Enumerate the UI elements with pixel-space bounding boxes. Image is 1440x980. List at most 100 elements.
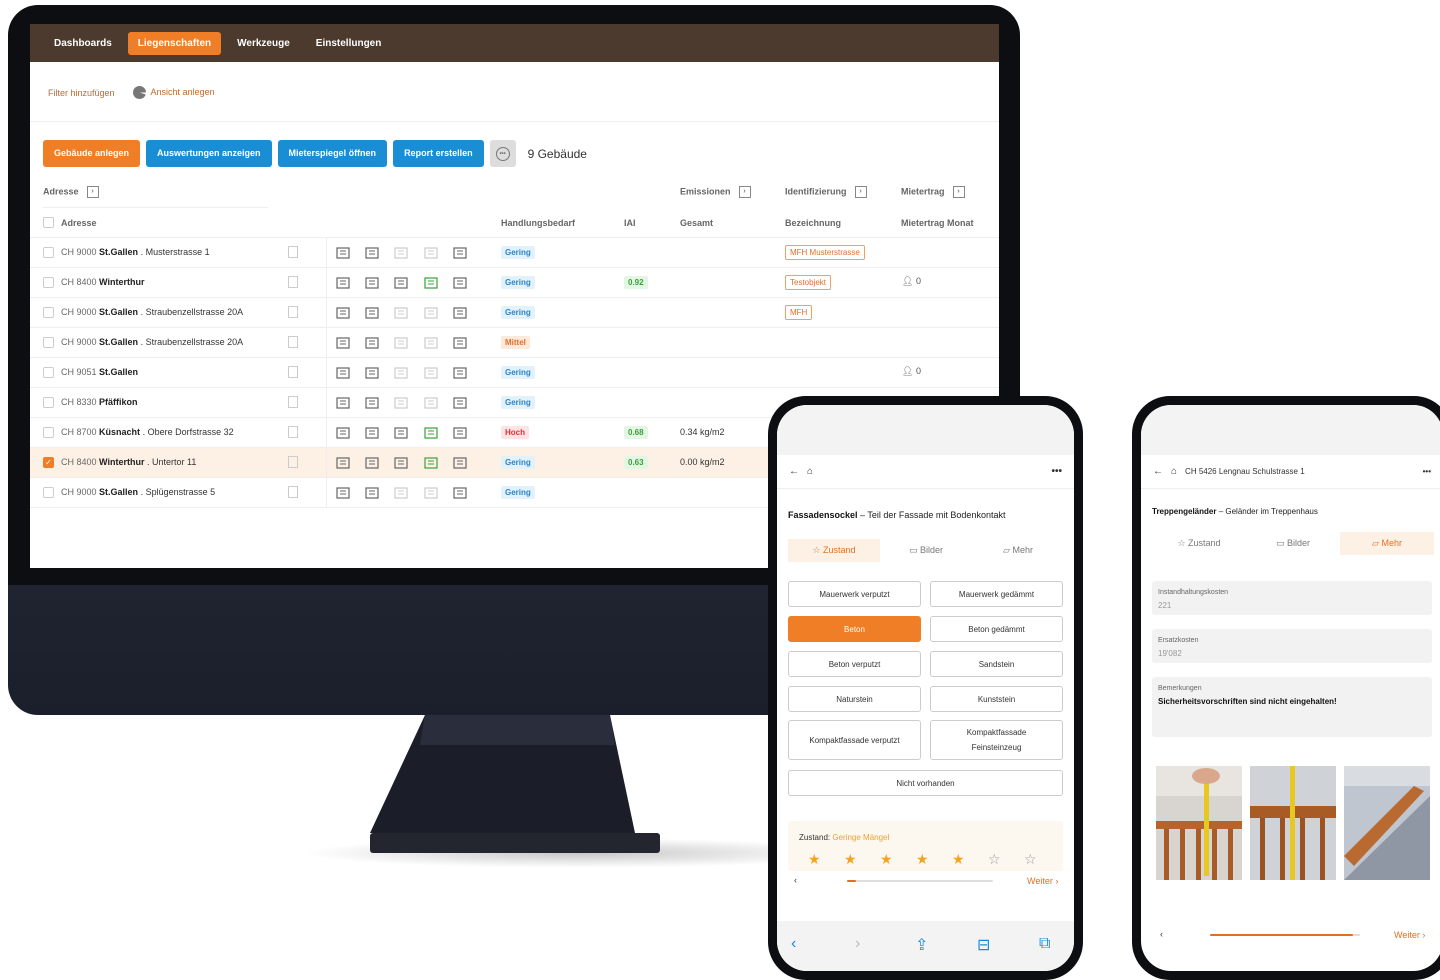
field-instandhaltungskosten[interactable]: Instandhaltungskosten 221 xyxy=(1152,581,1432,615)
create-report-button[interactable]: Report erstellen xyxy=(393,140,484,167)
row-address[interactable]: CH 9000 St.Gallen . Splügenstrasse 5 xyxy=(61,487,215,497)
building-icon[interactable] xyxy=(336,396,352,410)
table-row[interactable]: CH 9051 St.Gallen Gering 👤︎ 0 xyxy=(30,358,999,388)
photo-1[interactable] xyxy=(1156,766,1242,880)
star-icon[interactable]: ★ xyxy=(880,851,893,868)
star-icon[interactable]: ★ xyxy=(808,851,821,868)
option-button[interactable]: Beton gedämmt xyxy=(930,616,1063,642)
bookmark-icon[interactable] xyxy=(288,486,298,498)
option-button[interactable]: Mauerwerk gedämmt xyxy=(930,581,1063,607)
col-mietertrag-monat[interactable]: Mietertrag Monat xyxy=(901,218,974,228)
tab-dashboards[interactable]: Dashboards xyxy=(44,32,122,55)
home-icon[interactable]: ⌂ xyxy=(1171,466,1177,477)
back-icon[interactable]: ‹ xyxy=(791,935,796,953)
floorplan-icon[interactable] xyxy=(394,246,410,260)
floorplan-icon[interactable] xyxy=(394,456,410,470)
bookmarks-icon[interactable]: ⊟ xyxy=(977,935,990,955)
calendar-icon[interactable] xyxy=(365,336,381,350)
home-icon[interactable]: ⌂ xyxy=(807,466,813,477)
tab-werkzeuge[interactable]: Werkzeuge xyxy=(227,32,300,55)
bookmark-icon[interactable] xyxy=(288,396,298,408)
network-icon[interactable] xyxy=(424,246,440,260)
network-icon[interactable] xyxy=(424,306,440,320)
star-icon[interactable]: ☆ xyxy=(988,851,1001,868)
row-address[interactable]: CH 8400 Winterthur xyxy=(61,277,144,287)
building-icon[interactable] xyxy=(336,276,352,290)
more-button[interactable]: ••• xyxy=(489,140,516,167)
calendar-icon[interactable] xyxy=(365,486,381,500)
tab-bilder[interactable]: ▭ Bilder xyxy=(880,539,972,562)
back-icon[interactable]: ← xyxy=(789,466,799,477)
table-row[interactable]: CH 9000 St.Gallen . Musterstrasse 1 Gerin… xyxy=(30,238,999,268)
star-icon[interactable]: ★ xyxy=(844,851,857,868)
photo-2[interactable] xyxy=(1250,766,1336,880)
calendar-icon[interactable] xyxy=(365,456,381,470)
col-iai[interactable]: IAI xyxy=(624,218,636,228)
photo-3[interactable] xyxy=(1344,766,1430,880)
rent-index-button[interactable]: Mieterspiegel öffnen xyxy=(277,140,388,167)
row-address[interactable]: CH 9000 St.Gallen . Straubenzellstrasse … xyxy=(61,307,243,317)
select-all-checkbox[interactable] xyxy=(43,217,54,228)
tab-bilder[interactable]: ▭ Bilder xyxy=(1246,532,1340,555)
bookmark-icon[interactable] xyxy=(288,246,298,258)
star-icon[interactable]: ★ xyxy=(916,851,929,868)
row-checkbox[interactable] xyxy=(43,247,54,258)
document-icon[interactable] xyxy=(453,456,469,470)
building-icon[interactable] xyxy=(336,456,352,470)
forward-icon[interactable]: › xyxy=(855,935,860,953)
create-building-button[interactable]: Gebäude anlegen xyxy=(43,140,141,167)
expand-icon[interactable]: › xyxy=(738,186,751,198)
col-gesamt[interactable]: Gesamt xyxy=(680,218,713,228)
row-checkbox[interactable] xyxy=(43,307,54,318)
document-icon[interactable] xyxy=(453,246,469,260)
bookmark-icon[interactable] xyxy=(288,426,298,438)
building-icon[interactable] xyxy=(336,366,352,380)
calendar-icon[interactable] xyxy=(365,306,381,320)
document-icon[interactable] xyxy=(453,366,469,380)
floorplan-icon[interactable] xyxy=(394,306,410,320)
floorplan-icon[interactable] xyxy=(394,276,410,290)
option-button[interactable]: Sandstein xyxy=(930,651,1063,677)
tab-liegenschaften[interactable]: Liegenschaften xyxy=(127,31,222,55)
breadcrumb[interactable]: CH 5426 Lengnau Schulstrasse 1 xyxy=(1185,467,1305,476)
document-icon[interactable] xyxy=(453,426,469,440)
row-checkbox[interactable] xyxy=(43,487,54,498)
share-icon[interactable]: ⇪ xyxy=(915,935,928,955)
table-row[interactable]: CH 9000 St.Gallen . Straubenzellstrasse … xyxy=(30,298,999,328)
menu-icon[interactable]: ••• xyxy=(1051,466,1062,477)
back-icon[interactable]: ← xyxy=(1153,466,1163,477)
bookmark-icon[interactable] xyxy=(288,276,298,288)
calendar-icon[interactable] xyxy=(365,246,381,260)
network-icon[interactable] xyxy=(424,426,440,440)
expand-icon[interactable]: › xyxy=(854,186,867,198)
document-icon[interactable] xyxy=(453,336,469,350)
option-button[interactable]: Kompaktfassade Feinsteinzeug xyxy=(930,720,1063,760)
add-filter-link[interactable]: Filter hinzufügen xyxy=(48,88,115,98)
floorplan-icon[interactable] xyxy=(394,426,410,440)
calendar-icon[interactable] xyxy=(365,396,381,410)
expand-icon[interactable]: › xyxy=(952,186,965,198)
document-icon[interactable] xyxy=(453,276,469,290)
row-checkbox[interactable] xyxy=(43,427,54,438)
option-button[interactable]: Beton verputzt xyxy=(788,651,921,677)
row-address[interactable]: CH 9000 St.Gallen . Straubenzellstrasse … xyxy=(61,337,243,347)
calendar-icon[interactable] xyxy=(365,276,381,290)
expand-icon[interactable]: › xyxy=(86,186,99,198)
row-address[interactable]: CH 9051 St.Gallen xyxy=(61,367,138,377)
star-icon[interactable]: ☆ xyxy=(1024,851,1037,868)
table-row[interactable]: CH 9000 St.Gallen . Straubenzellstrasse … xyxy=(30,328,999,358)
table-row[interactable]: CH 8400 Winterthur Gering 0.92 Testobjekt 👤… xyxy=(30,268,999,298)
row-address[interactable]: CH 8700 Küsnacht . Obere Dorfstrasse 32 xyxy=(61,427,234,437)
prev-icon[interactable]: ‹ xyxy=(794,875,797,885)
row-address[interactable]: CH 8330 Pfäffikon xyxy=(61,397,138,407)
tab-zustand[interactable]: ☆ Zustand xyxy=(788,539,880,562)
bookmark-icon[interactable] xyxy=(288,336,298,348)
tab-mehr[interactable]: ▱ Mehr xyxy=(1340,532,1434,555)
document-icon[interactable] xyxy=(453,306,469,320)
option-button[interactable]: Kompaktfassade verputzt xyxy=(788,720,921,760)
tab-einstellungen[interactable]: Einstellungen xyxy=(306,32,392,55)
building-icon[interactable] xyxy=(336,486,352,500)
floorplan-icon[interactable] xyxy=(394,336,410,350)
col-adresse[interactable]: Adresse xyxy=(61,218,97,228)
show-reports-button[interactable]: Auswertungen anzeigen xyxy=(146,140,272,167)
